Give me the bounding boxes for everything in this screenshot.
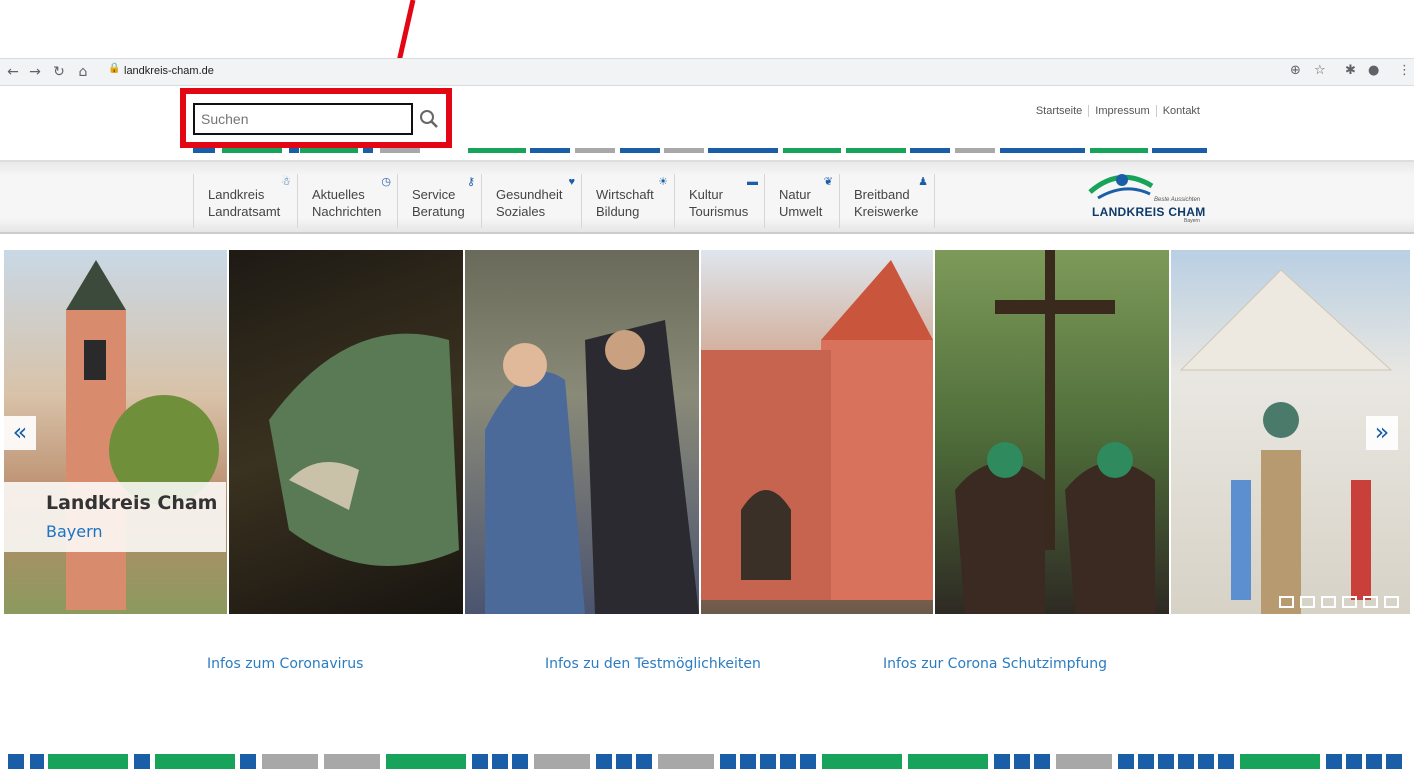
link-testmoeglichkeiten[interactable]: Infos zu den Testmöglichkeiten bbox=[545, 656, 761, 672]
heart-icon: ♥ bbox=[568, 176, 575, 188]
footer-color-stripe bbox=[8, 754, 1402, 769]
browser-toolbar: ← → ↻ ⌂ 🔒 landkreis-cham.de ⊕ ☆ ✱ ● ⋮ bbox=[0, 58, 1414, 86]
nav-landkreis[interactable]: ☃ Landkreis Landratsamt bbox=[193, 174, 298, 228]
slider-dot[interactable] bbox=[1363, 596, 1378, 608]
nav-gesundheit[interactable]: ♥ Gesundheit Soziales bbox=[482, 174, 582, 228]
nav-breitband[interactable]: ♟ Breitband Kreiswerke bbox=[840, 174, 935, 228]
slider-pagination bbox=[1279, 596, 1399, 608]
caption-subtitle: Bayern bbox=[46, 522, 103, 541]
search-button[interactable] bbox=[414, 104, 444, 134]
nav-service[interactable]: ⚷ Service Beratung bbox=[398, 174, 482, 228]
slider-caption: Landkreis Cham Bayern bbox=[4, 482, 226, 552]
image-slider bbox=[4, 250, 1410, 614]
search-icon bbox=[420, 110, 438, 128]
zoom-icon[interactable]: ⊕ bbox=[1290, 63, 1301, 78]
nav-natur[interactable]: ❦ Natur Umwelt bbox=[765, 174, 840, 228]
top-links: Startseite Impressum Kontakt bbox=[1030, 105, 1206, 117]
slider-dot[interactable] bbox=[1300, 596, 1315, 608]
nav-aktuelles[interactable]: ◷ Aktuelles Nachrichten bbox=[298, 174, 398, 228]
people-icon: ♟ bbox=[918, 176, 928, 188]
link-startseite[interactable]: Startseite bbox=[1030, 105, 1088, 117]
extensions-icon[interactable]: ✱ bbox=[1345, 63, 1356, 78]
menu-icon[interactable]: ⋮ bbox=[1398, 63, 1411, 78]
person-key-icon: ⚷ bbox=[466, 176, 475, 188]
slider-dot[interactable] bbox=[1279, 596, 1294, 608]
slide-church-tower bbox=[4, 250, 227, 614]
nav-wirtschaft[interactable]: ☀ Wirtschaft Bildung bbox=[582, 174, 675, 228]
back-icon[interactable]: ← bbox=[4, 63, 22, 81]
slide-dragon bbox=[229, 250, 463, 614]
slider-dot[interactable] bbox=[1384, 596, 1399, 608]
slider-next-button[interactable]: » bbox=[1366, 416, 1398, 450]
sun-icon: ☀ bbox=[658, 176, 668, 188]
landkreis-cham-logo[interactable]: Beste Aussichten LANDKREIS CHAM Bayern bbox=[1080, 168, 1210, 228]
profile-icon[interactable]: ● bbox=[1368, 63, 1379, 78]
link-coronavirus[interactable]: Infos zum Coronavirus bbox=[207, 656, 363, 672]
star-icon[interactable]: ☆ bbox=[1314, 63, 1326, 78]
slider-prev-button[interactable]: « bbox=[4, 416, 36, 450]
search-input[interactable] bbox=[193, 103, 413, 135]
link-kontakt[interactable]: Kontakt bbox=[1155, 105, 1206, 117]
slider-dot[interactable] bbox=[1321, 596, 1336, 608]
slide-horse-procession bbox=[935, 250, 1169, 614]
lock-icon: 🔒 bbox=[108, 63, 121, 74]
link-impressum[interactable]: Impressum bbox=[1088, 105, 1155, 117]
slider-dot[interactable] bbox=[1342, 596, 1357, 608]
link-schutzimpfung[interactable]: Infos zur Corona Schutzimpfung bbox=[883, 656, 1107, 672]
nav-kultur[interactable]: ▬ Kultur Tourismus bbox=[675, 174, 765, 228]
home-icon[interactable]: ⌂ bbox=[74, 63, 92, 81]
leaf-icon: ❦ bbox=[823, 176, 833, 188]
bed-icon: ▬ bbox=[747, 176, 758, 188]
caption-title: Landkreis Cham bbox=[46, 492, 218, 514]
url-text: landkreis-cham.de bbox=[124, 65, 214, 77]
person-icon: ☃ bbox=[281, 176, 291, 188]
clock-icon: ◷ bbox=[381, 176, 391, 188]
forward-icon[interactable]: → bbox=[26, 63, 44, 81]
reload-icon[interactable]: ↻ bbox=[50, 63, 68, 81]
slide-couple bbox=[465, 250, 699, 614]
address-bar[interactable]: 🔒 landkreis-cham.de bbox=[104, 62, 1274, 82]
slide-castle bbox=[701, 250, 933, 614]
